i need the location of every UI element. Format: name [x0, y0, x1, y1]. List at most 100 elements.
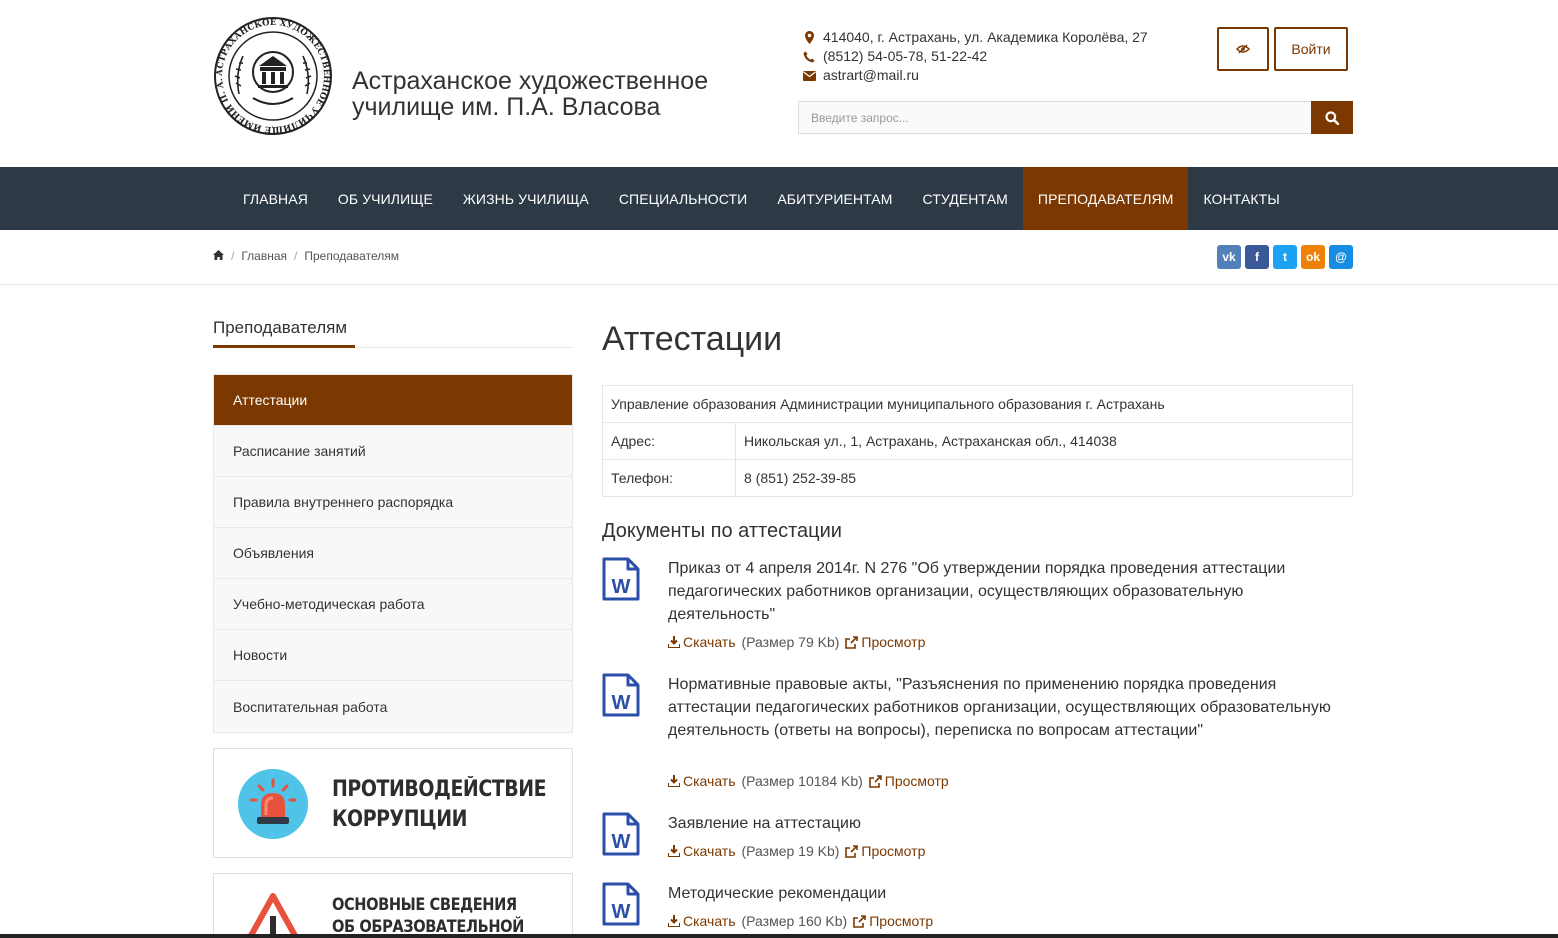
nav-item-2[interactable]: ЖИЗНЬ УЧИЛИЩА [448, 167, 604, 230]
warning-icon [246, 893, 300, 938]
sidebar-title-underline [213, 345, 355, 348]
word-document-icon[interactable]: W [602, 882, 640, 926]
contact-email[interactable]: astrart@mail.ru [823, 66, 919, 85]
document-title: Методические рекомендации [668, 885, 887, 902]
view-link[interactable]: Просмотр [861, 843, 925, 859]
breadcrumb-current: Преподавателям [304, 249, 399, 263]
sidebar-menu: Аттестации Расписание занятий Правила внут… [213, 374, 573, 733]
sidebar-item-6[interactable]: Воспитательная работа [214, 681, 572, 732]
download-link[interactable]: Скачать [683, 773, 736, 789]
banner2-line1: ОСНОВНЫЕ СВЕДЕНИЯ [332, 895, 517, 915]
address-label: Адрес: [602, 422, 736, 460]
twitter-icon[interactable]: t [1273, 245, 1297, 269]
document-links: Скачать (Размер 19 Kb) Просмотр [668, 843, 925, 859]
site-header: АСТРАХАНСКОЕ ХУДОЖЕСТВЕННОЕ УЧИЛИЩЕ ИМЕН… [0, 0, 1558, 167]
download-link[interactable]: Скачать [683, 843, 736, 859]
document-links: Скачать (Размер 160 Kb) Просмотр [668, 913, 933, 929]
page-title: Аттестации [602, 320, 783, 358]
breadcrumb-home[interactable]: Главная [241, 249, 287, 263]
view-link[interactable]: Просмотр [885, 773, 949, 789]
nav-item-3[interactable]: СПЕЦИАЛЬНОСТИ [604, 167, 763, 230]
documents-heading: Документы по аттестации [602, 520, 842, 542]
document-size: (Размер 160 Kb) [741, 913, 848, 929]
svg-text:W: W [612, 576, 631, 598]
org-name: Управление образования Администрации мун… [602, 385, 1353, 423]
nav-item-4[interactable]: АБИТУРИЕНТАМ [762, 167, 907, 230]
phone-value: 8 (851) 252-39-85 [735, 459, 1353, 497]
sidebar-item-0[interactable]: Аттестации [214, 375, 572, 426]
contact-address: 414040, г. Астрахань, ул. Академика Коро… [823, 29, 1148, 45]
view-link[interactable]: Просмотр [861, 634, 925, 650]
accessibility-button[interactable] [1217, 27, 1269, 71]
banner1-line1: ПРОТИВОДЕЙСТВИЕ [332, 777, 547, 802]
vk-icon[interactable]: vk [1217, 245, 1241, 269]
phone-icon [802, 51, 816, 63]
document-size: (Размер 10184 Kb) [741, 773, 863, 789]
envelope-icon [802, 70, 816, 81]
odnoklassniki-icon[interactable]: ok [1301, 245, 1325, 269]
document-title: Заявление на аттестацию [668, 815, 861, 832]
home-icon[interactable] [213, 249, 224, 263]
nav-item-5[interactable]: СТУДЕНТАМ [908, 167, 1023, 230]
contact-block: 414040, г. Астрахань, ул. Академика Коро… [802, 28, 1148, 85]
address-value: Никольская ул., 1, Астрахань, Астраханск… [735, 422, 1353, 460]
window-bottom-edge [0, 934, 1558, 938]
external-link-icon [845, 844, 859, 858]
sidebar-item-5[interactable]: Новости [214, 630, 572, 681]
word-document-icon[interactable]: W [602, 557, 640, 601]
document-links: Скачать (Размер 10184 Kb) Просмотр [668, 773, 949, 789]
document-title: Приказ от 4 апреля 2014г. N 276 "Об утве… [668, 560, 1286, 623]
search-icon [1325, 110, 1339, 125]
download-icon [668, 636, 680, 648]
svg-text:W: W [612, 901, 631, 923]
word-document-icon[interactable]: W [602, 673, 640, 717]
organization-info-table: Управление образования Администрации мун… [602, 385, 1353, 497]
nav-item-1[interactable]: ОБ УЧИЛИЩЕ [323, 167, 448, 230]
social-share: vk f t ok @ [1217, 245, 1353, 269]
download-link[interactable]: Скачать [683, 634, 736, 650]
nav-item-6[interactable]: ПРЕПОДАВАТЕЛЯМ [1022, 167, 1189, 230]
search-input[interactable] [798, 101, 1311, 134]
svg-text:W: W [612, 692, 631, 714]
site-title-line1: Астраханское художественное [352, 67, 709, 95]
breadcrumb: / Главная / Преподавателям [213, 249, 399, 263]
document-links: Скачать (Размер 79 Kb) Просмотр [668, 634, 925, 650]
external-link-icon [845, 635, 859, 649]
main-nav: ГЛАВНАЯ ОБ УЧИЛИЩЕ ЖИЗНЬ УЧИЛИЩА СПЕЦИАЛЬНО… [0, 167, 1558, 230]
sidebar-item-4[interactable]: Учебно-методическая работа [214, 579, 572, 630]
moimir-icon[interactable]: @ [1329, 245, 1353, 269]
anticorruption-banner[interactable]: ПРОТИВОДЕЙСТВИЕ КОРРУПЦИИ [213, 748, 573, 858]
facebook-icon[interactable]: f [1245, 245, 1269, 269]
external-link-icon [853, 914, 867, 928]
eye-slash-icon [1236, 44, 1250, 54]
map-marker-icon [802, 31, 816, 44]
document-title: Нормативные правовые акты, "Разъяснения … [668, 676, 1331, 739]
sidebar-item-2[interactable]: Правила внутреннего распорядка [214, 477, 572, 528]
banner1-line2: КОРРУПЦИИ [332, 807, 468, 832]
word-document-icon[interactable]: W [602, 812, 640, 856]
svg-text:W: W [612, 831, 631, 853]
sidebar-item-3[interactable]: Объявления [214, 528, 572, 579]
document-size: (Размер 79 Kb) [741, 634, 840, 650]
sidebar-item-1[interactable]: Расписание занятий [214, 426, 572, 477]
download-icon [668, 915, 680, 927]
download-icon [668, 845, 680, 857]
external-link-icon [868, 774, 882, 788]
phone-label: Телефон: [602, 459, 736, 497]
contact-phone: (8512) 54-05-78, 51-22-42 [823, 48, 988, 64]
search-button[interactable] [1311, 101, 1353, 134]
siren-icon [238, 769, 308, 839]
school-logo[interactable]: АСТРАХАНСКОЕ ХУДОЖЕСТВЕННОЕ УЧИЛИЩЕ ИМЕН… [213, 14, 333, 138]
breadcrumb-bar: / Главная / Преподавателям vk f t ok @ [0, 230, 1558, 285]
nav-item-0[interactable]: ГЛАВНАЯ [228, 167, 323, 230]
login-button[interactable]: Войти [1274, 27, 1348, 71]
nav-item-7[interactable]: КОНТАКТЫ [1188, 167, 1294, 230]
site-title-line2: училище им. П.А. Власова [352, 93, 661, 121]
site-title[interactable]: Астраханское художественное училище им. … [352, 68, 708, 120]
sidebar-title: Преподавателям [213, 318, 348, 337]
document-size: (Размер 19 Kb) [741, 843, 840, 859]
download-icon [668, 775, 680, 787]
view-link[interactable]: Просмотр [869, 913, 933, 929]
education-info-banner[interactable]: ОСНОВНЫЕ СВЕДЕНИЯ ОБ ОБРАЗОВАТЕЛЬНОЙ [213, 873, 573, 938]
download-link[interactable]: Скачать [683, 913, 736, 929]
